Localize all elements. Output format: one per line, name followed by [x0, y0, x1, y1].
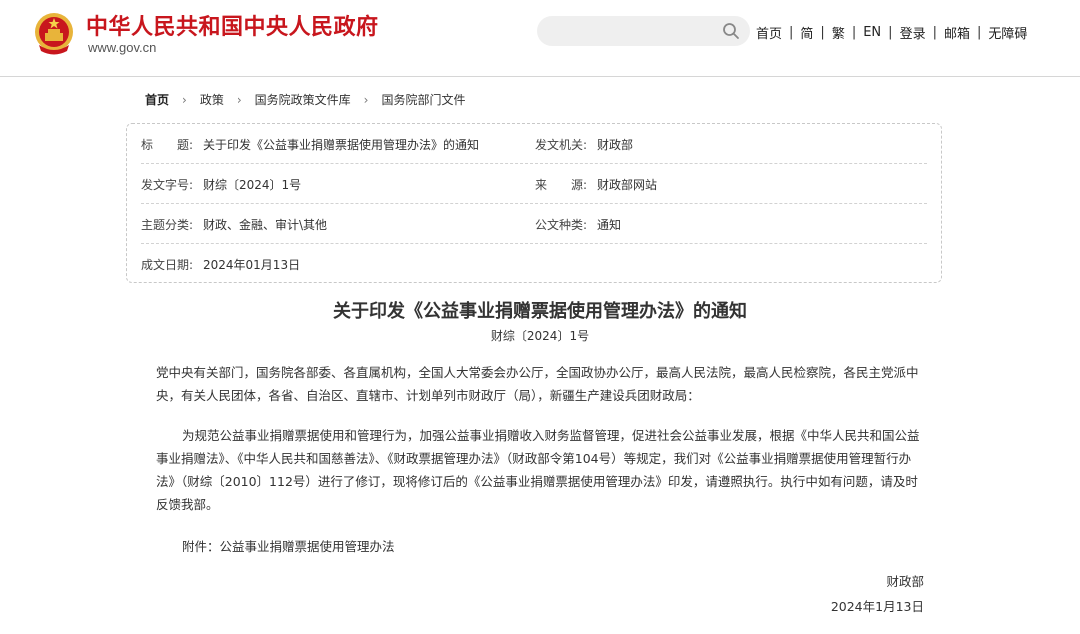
- site-url[interactable]: www.gov.cn: [88, 40, 156, 55]
- nav-home[interactable]: 首页: [756, 23, 782, 42]
- info-label: 主题分类:: [141, 218, 194, 232]
- nav-separator: |: [976, 25, 982, 40]
- info-label: 发文字号:: [141, 178, 194, 192]
- breadcrumb-home[interactable]: 首页: [145, 91, 169, 108]
- document-title: 关于印发《公益事业捐赠票据使用管理办法》的通知: [333, 301, 747, 322]
- document-paragraph-recipients: 党中央有关部门，国务院各部委、各直属机构，全国人大常委会办公厅，全国政协办公厅，…: [156, 365, 919, 403]
- signature-organization: 财政部: [886, 574, 924, 589]
- document-number: 财综〔2024〕1号: [490, 329, 590, 343]
- info-label: 公文种类:: [535, 218, 588, 232]
- nav-accessibility[interactable]: 无障碍: [988, 23, 1027, 42]
- nav-login[interactable]: 登录: [900, 23, 926, 42]
- info-topic-value: 财政、金融、审计\其他: [203, 218, 328, 232]
- info-doctype-value: 通知: [597, 218, 622, 232]
- info-row-title: 标 题: 关于印发《公益事业捐赠票据使用管理办法》的通知 发文机关: 财政部: [141, 124, 927, 164]
- chevron-right-icon: ›: [363, 92, 369, 107]
- national-emblem-icon[interactable]: [33, 11, 75, 57]
- nav-separator: |: [789, 25, 794, 40]
- info-issuer-value: 财政部: [597, 138, 634, 152]
- signature-date: 2024年1月13日: [830, 599, 924, 614]
- nav-separator: |: [932, 25, 937, 40]
- document-paragraph-body: 为规范公益事业捐赠票据使用和管理行为，加强公益事业捐赠收入财务监督管理，促进社会…: [156, 428, 920, 512]
- breadcrumb: 首页 › 政策 › 国务院政策文件库 › 国务院部门文件: [145, 91, 466, 108]
- info-docno-value: 财综〔2024〕1号: [203, 178, 302, 192]
- info-label: 发文机关:: [535, 138, 588, 152]
- document-attachment-link[interactable]: 附件：公益事业捐赠票据使用管理办法: [182, 535, 954, 558]
- nav-separator: |: [851, 25, 857, 40]
- info-date-value: 2024年01月13日: [203, 258, 301, 272]
- nav-traditional[interactable]: 繁: [832, 23, 845, 42]
- breadcrumb-policy[interactable]: 政策: [200, 91, 224, 108]
- info-row-date: 成文日期: 2024年01月13日: [141, 244, 927, 284]
- info-label: 成文日期:: [141, 258, 194, 272]
- info-source-value: 财政部网站: [597, 178, 658, 192]
- top-nav: 首页 | 简 | 繁 | EN | 登录 | 邮箱 | 无障碍: [756, 23, 1027, 42]
- info-row-docno: 发文字号: 财综〔2024〕1号 来 源: 财政部网站: [141, 164, 927, 204]
- nav-separator: |: [888, 25, 893, 40]
- search-input[interactable]: [537, 16, 750, 46]
- nav-english[interactable]: EN: [863, 25, 881, 40]
- info-title-value: 关于印发《公益事业捐赠票据使用管理办法》的通知: [203, 138, 480, 152]
- chevron-right-icon: ›: [236, 92, 242, 107]
- nav-separator: |: [820, 25, 825, 40]
- info-label: 来 源:: [535, 178, 588, 192]
- info-row-topic: 主题分类: 财政、金融、审计\其他 公文种类: 通知: [141, 204, 927, 244]
- chevron-right-icon: ›: [182, 92, 187, 107]
- nav-simplified[interactable]: 简: [800, 23, 813, 42]
- info-label: 标 题:: [141, 138, 194, 152]
- site-title[interactable]: 中华人民共和国中央人民政府: [86, 9, 379, 41]
- document-info-box: 标 题: 关于印发《公益事业捐赠票据使用管理办法》的通知 发文机关: 财政部 发…: [126, 123, 942, 283]
- nav-mail[interactable]: 邮箱: [944, 23, 970, 42]
- site-header: 中华人民共和国中央人民政府 www.gov.cn 首页 | 简 | 繁 | EN…: [0, 0, 1080, 77]
- search-icon[interactable]: [722, 22, 740, 40]
- breadcrumb-department-docs[interactable]: 国务院部门文件: [381, 91, 465, 108]
- breadcrumb-policy-library[interactable]: 国务院政策文件库: [255, 91, 351, 108]
